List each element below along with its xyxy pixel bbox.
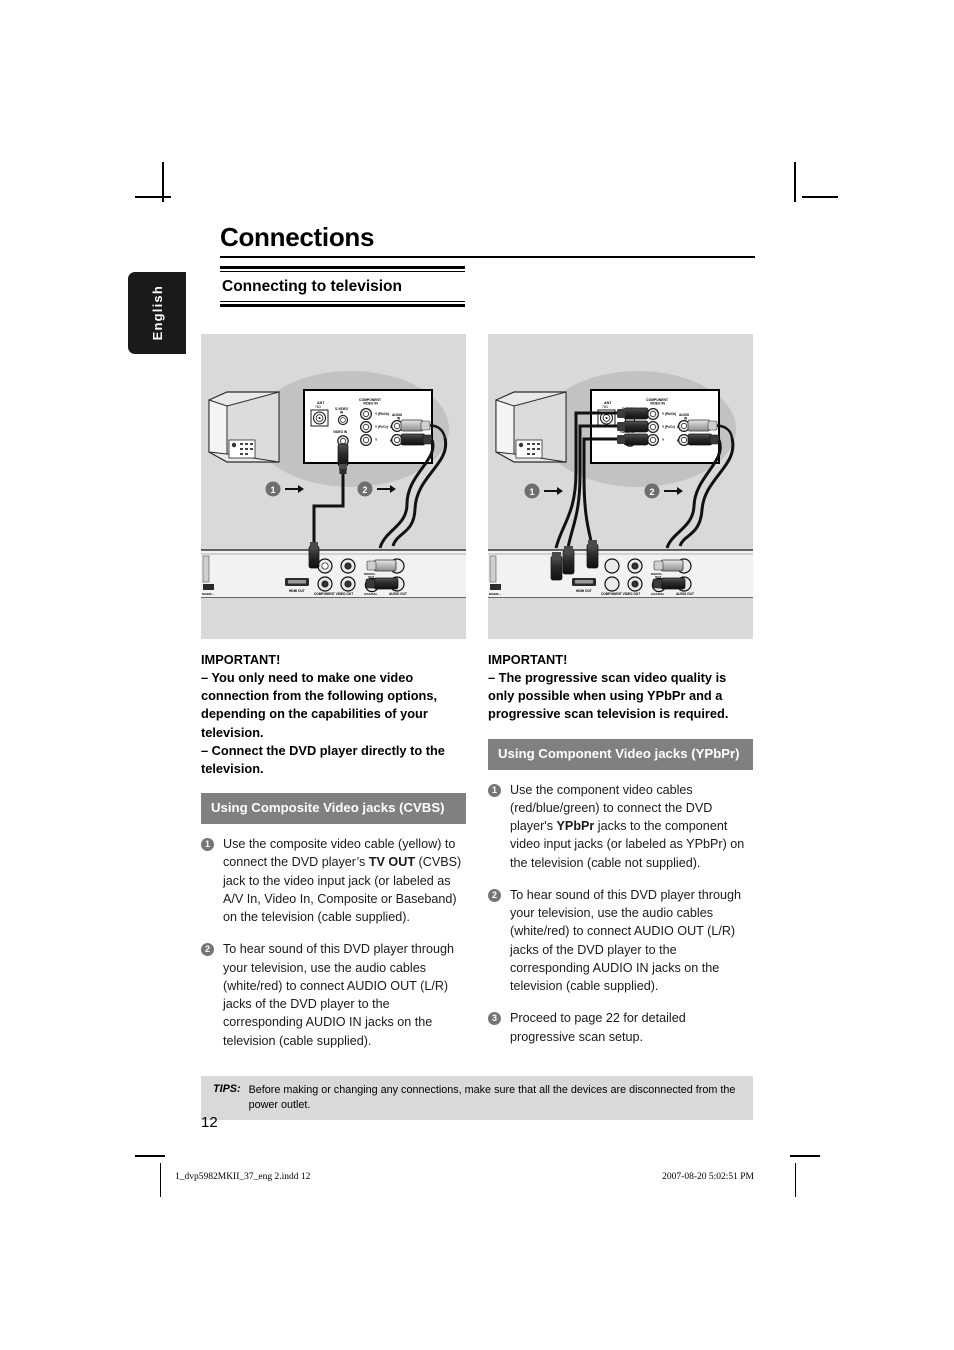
- dvd-rear-panel: MAINS ~ HDMI OUT COMPONENT VIDEO OUT DIG…: [201, 549, 466, 599]
- svg-text:HDMI OUT: HDMI OUT: [289, 589, 305, 593]
- important-line-right-1: – The progressive scan video quality is …: [488, 670, 729, 722]
- svg-text:2: 2: [362, 485, 367, 495]
- manual-page: English Connections Connecting to televi…: [0, 0, 954, 1350]
- svg-text:Y (Pr/Cr): Y (Pr/Cr): [662, 425, 675, 429]
- svg-text:2: 2: [649, 487, 654, 497]
- tips-text: Before making or changing any connection…: [248, 1084, 736, 1111]
- subsection-heading-component: Using Component Video jacks (YPbPr): [488, 738, 753, 770]
- step-number-badge: 1: [201, 838, 214, 852]
- language-tab-label: English: [149, 285, 165, 341]
- svg-text:COMPONENT VIDEO OUT: COMPONENT VIDEO OUT: [601, 592, 640, 596]
- audio-plug-red-tv: [400, 433, 433, 446]
- section-rule-bottom-thin: [220, 301, 465, 302]
- composite-plug-dvd: [308, 542, 320, 569]
- svg-text:COAXIAL: COAXIAL: [651, 592, 665, 596]
- important-line-left-1: – You only need to make one video connec…: [201, 670, 438, 740]
- audio-plug-white-dvd: [653, 559, 684, 572]
- svg-text:MAINS ~: MAINS ~: [489, 592, 502, 596]
- svg-text:Y (Pr/Cr): Y (Pr/Cr): [375, 425, 388, 429]
- important-label-left: IMPORTANT!: [201, 652, 281, 667]
- audio-plug-red-dvd: [652, 577, 686, 590]
- audio-plug-white-dvd: [366, 559, 397, 572]
- list-item: 2 To hear sound of this DVD player throug…: [488, 886, 753, 996]
- section-rule-bottom-thick: [220, 304, 465, 307]
- list-item: 3 Proceed to page 22 for detailed progres…: [488, 1009, 753, 1046]
- section-rule-top-thick: [220, 266, 465, 269]
- footer-bar-left: [160, 1163, 161, 1197]
- svg-text:AUDIO OUT: AUDIO OUT: [389, 592, 407, 596]
- svg-text:Y (Pb/Cb): Y (Pb/Cb): [662, 412, 676, 416]
- dvd-rear-panel: MAINS ~ HDMI OUT COMPONENT VIDEO OUT DIG…: [488, 549, 753, 599]
- step-text-pre: Proceed to page 22 for detailed progress…: [510, 1011, 686, 1044]
- crop-mark-bottom-left-h: [135, 1155, 165, 1157]
- svg-text:Y (Pb/Cb): Y (Pb/Cb): [375, 412, 389, 416]
- language-tab: English: [128, 272, 186, 354]
- crop-mark-bottom-right-h: [790, 1155, 820, 1157]
- svg-text:75Ω: 75Ω: [602, 405, 609, 409]
- list-item: 2 To hear sound of this DVD player throug…: [201, 940, 466, 1050]
- diagram-composite-video: ANT 75Ω S-VIDEO IN VIDEO IN COMPONENT VI…: [201, 334, 466, 639]
- step-number-badge: 2: [201, 943, 214, 957]
- section-title: Connecting to television: [222, 278, 402, 295]
- svg-text:1: 1: [270, 485, 275, 495]
- print-footer-filename: 1_dvp5982MKII_37_eng 2.indd 12: [175, 1172, 311, 1182]
- television-illustration: [208, 391, 280, 463]
- svg-text:1: 1: [529, 487, 534, 497]
- video-plug-tv: [337, 443, 349, 474]
- step-text-pre: To hear sound of this DVD player through…: [223, 942, 455, 1048]
- step-number-badge: 2: [488, 888, 501, 902]
- svg-text:AUDIO OUT: AUDIO OUT: [676, 592, 694, 596]
- step-text-pre: To hear sound of this DVD player through…: [510, 887, 742, 994]
- svg-text:VIDEO IN: VIDEO IN: [650, 402, 665, 406]
- diagram-right-svg: ANT 75Ω S-VIDEO VIDEO IN COMPONENT VIDEO…: [488, 334, 753, 639]
- diagram-left-svg: ANT 75Ω S-VIDEO IN VIDEO IN COMPONENT VI…: [201, 334, 466, 639]
- steps-list-component: 1 Use the component video cables (red/blu…: [488, 781, 753, 1046]
- audio-plug-red-dvd: [365, 577, 399, 590]
- list-item: 1 Use the component video cables (red/blu…: [488, 781, 753, 872]
- list-item: 1 Use the composite video cable (yellow) …: [201, 835, 466, 926]
- svg-text:VIDEO IN: VIDEO IN: [333, 430, 348, 434]
- step-number-badge: 3: [488, 1012, 501, 1026]
- tips-label: TIPS:: [213, 1083, 241, 1095]
- svg-text:HDMI OUT: HDMI OUT: [576, 589, 592, 593]
- crop-mark-top-right-h: [802, 196, 838, 198]
- footer-bar-right: [795, 1163, 796, 1197]
- diagram-component-video: ANT 75Ω S-VIDEO VIDEO IN COMPONENT VIDEO…: [488, 334, 753, 639]
- subsection-heading-composite: Using Composite Video jacks (CVBS): [201, 793, 466, 825]
- important-label-right: IMPORTANT!: [488, 652, 568, 667]
- svg-text:COMPONENT VIDEO OUT: COMPONENT VIDEO OUT: [314, 592, 353, 596]
- page-number: 12: [201, 1114, 218, 1131]
- crop-mark-top-right-v: [794, 162, 796, 202]
- section-heading-block: Connecting to television: [220, 266, 465, 307]
- step-text-bold: YPbPr: [556, 819, 595, 834]
- tips-callout: TIPS: Before making or changing any conn…: [201, 1076, 753, 1121]
- title-divider: [220, 256, 755, 258]
- svg-text:MAINS ~: MAINS ~: [202, 592, 215, 596]
- audio-plug-red-tv: [687, 433, 720, 446]
- step-text-bold: TV OUT: [368, 855, 416, 870]
- print-footer-date: 2007-08-20 5:02:51 PM: [662, 1172, 754, 1182]
- crop-mark-top-left-h: [135, 196, 171, 198]
- page-title: Connections: [220, 222, 375, 252]
- svg-text:COAXIAL: COAXIAL: [364, 592, 378, 596]
- steps-list-composite: 1 Use the composite video cable (yellow) …: [201, 835, 466, 1050]
- left-text-column: IMPORTANT! – You only need to make one v…: [201, 651, 466, 1050]
- television-illustration: [495, 391, 567, 463]
- step-number-badge: 1: [488, 783, 501, 797]
- svg-text:75Ω: 75Ω: [315, 405, 322, 409]
- right-text-column: IMPORTANT! – The progressive scan video …: [488, 651, 753, 1046]
- crop-mark-top-left-v: [162, 162, 164, 202]
- important-line-left-2: – Connect the DVD player directly to the…: [201, 742, 445, 776]
- component-plugs-tv: [617, 407, 649, 446]
- svg-text:VIDEO IN: VIDEO IN: [363, 402, 378, 406]
